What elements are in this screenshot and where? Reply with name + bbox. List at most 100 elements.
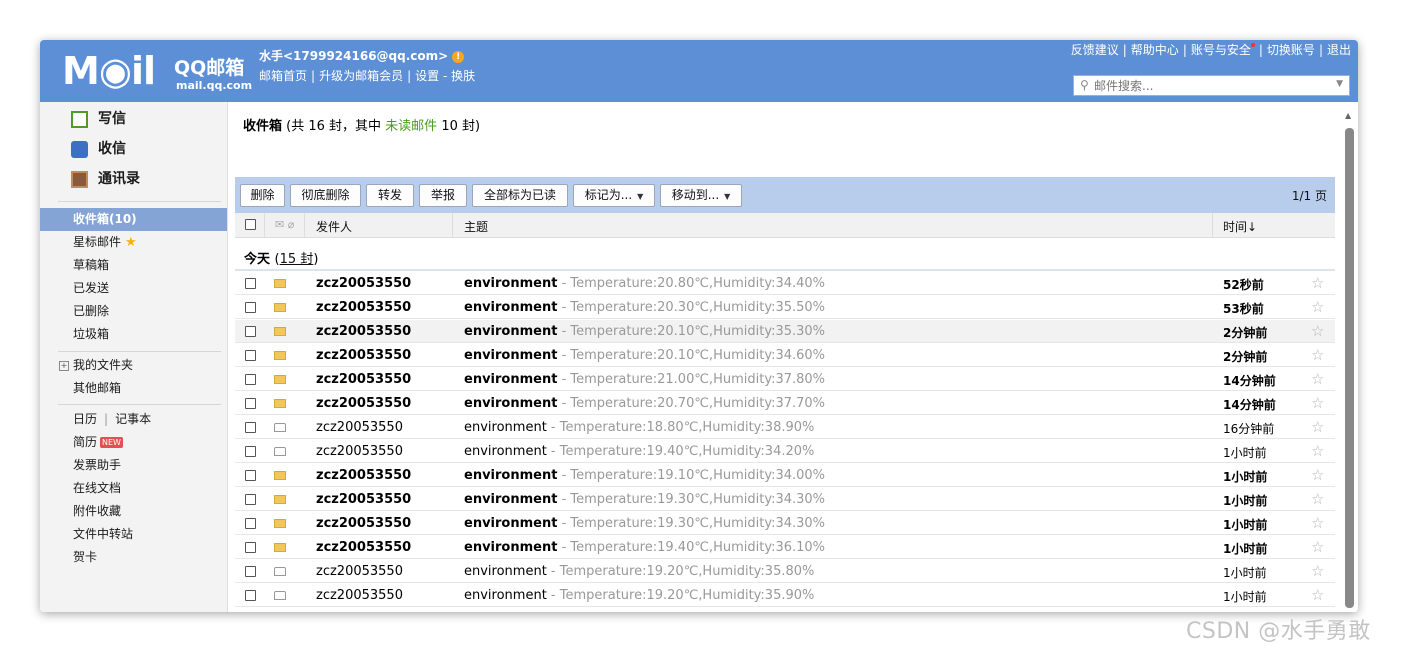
message-row[interactable]: zcz20053550environment - Temperature:18.… (235, 608, 1335, 612)
app-file-transfer[interactable]: 文件中转站 (40, 523, 227, 546)
user-account[interactable]: 水手<1799924166@qq.com> (259, 49, 448, 63)
message-row[interactable]: zcz20053550 environment - Temperature:20.… (235, 320, 1335, 343)
vertical-scrollbar[interactable]: ▲ (1340, 102, 1358, 612)
star-icon[interactable]: ☆ (1311, 538, 1324, 556)
scrollbar-thumb[interactable] (1345, 128, 1354, 608)
link-calendar[interactable]: 日历 (73, 412, 97, 426)
message-subject[interactable]: environment - Temperature:20.70℃,Humidit… (464, 396, 825, 411)
link-upgrade-vip[interactable]: 升级为邮箱会员 (319, 69, 403, 83)
column-sender[interactable]: 发件人 (316, 218, 352, 235)
message-subject[interactable]: environment - Temperature:19.10℃,Humidit… (464, 468, 825, 483)
message-subject[interactable]: environment - Temperature:19.20℃,Humidit… (464, 588, 814, 603)
message-row[interactable]: zcz20053550 environment - Temperature:19.… (235, 536, 1335, 559)
report-button[interactable]: 举报 (419, 184, 467, 207)
message-subject[interactable]: environment - Temperature:19.40℃,Humidit… (464, 540, 825, 555)
link-help[interactable]: 帮助中心 (1131, 43, 1179, 57)
message-sender[interactable]: zcz20053550 (316, 564, 403, 579)
star-icon[interactable]: ☆ (1311, 418, 1324, 436)
link-logout[interactable]: 退出 (1327, 43, 1351, 57)
app-attachments[interactable]: 附件收藏 (40, 500, 227, 523)
permanent-delete-button[interactable]: 彻底删除 (290, 184, 361, 207)
message-checkbox[interactable] (245, 446, 256, 457)
link-switch-account[interactable]: 切换账号 (1267, 43, 1315, 57)
link-feedback[interactable]: 反馈建议 (1071, 43, 1119, 57)
folder-inbox[interactable]: 收件箱(10) (40, 208, 227, 231)
message-checkbox[interactable] (245, 302, 256, 313)
mail-search[interactable]: ⚲ ▼ (1073, 75, 1350, 96)
message-subject[interactable]: environment - Temperature:19.30℃,Humidit… (464, 492, 825, 507)
message-sender[interactable]: zcz20053550 (316, 540, 411, 555)
app-online-docs[interactable]: 在线文档 (40, 477, 227, 500)
select-all-checkbox[interactable] (245, 219, 256, 230)
star-icon[interactable]: ☆ (1311, 346, 1324, 364)
folder-spam[interactable]: 垃圾箱 (40, 323, 227, 346)
link-account-security[interactable]: 账号与安全 (1191, 43, 1251, 57)
message-checkbox[interactable] (245, 374, 256, 385)
mark-as-dropdown[interactable]: 标记为... ▼ (573, 184, 655, 207)
message-checkbox[interactable] (245, 542, 256, 553)
message-checkbox[interactable] (245, 398, 256, 409)
expand-plus-icon[interactable]: + (59, 361, 69, 371)
message-sender[interactable]: zcz20053550 (316, 468, 411, 483)
mark-all-read-button[interactable]: 全部标为已读 (472, 184, 568, 207)
message-checkbox[interactable] (245, 518, 256, 529)
message-row[interactable]: zcz20053550 environment - Temperature:19.… (235, 560, 1335, 583)
other-mailboxes[interactable]: 其他邮箱 (40, 377, 227, 400)
contacts-button[interactable]: 通讯录 (71, 168, 140, 190)
message-row[interactable]: zcz20053550 environment - Temperature:19.… (235, 488, 1335, 511)
warning-icon[interactable]: ! (452, 50, 465, 63)
message-subject[interactable]: environment - Temperature:20.10℃,Humidit… (464, 348, 825, 363)
my-folders[interactable]: + 我的文件夹 (40, 354, 227, 377)
folder-deleted[interactable]: 已删除 (40, 300, 227, 323)
star-icon[interactable]: ☆ (1311, 298, 1324, 316)
star-icon[interactable]: ☆ (1311, 442, 1324, 460)
message-sender[interactable]: zcz20053550 (316, 372, 411, 387)
link-settings[interactable]: 设置 (415, 69, 439, 83)
message-checkbox[interactable] (245, 566, 256, 577)
message-sender[interactable]: zcz20053550 (316, 276, 411, 291)
folder-starred[interactable]: 星标邮件 ★ (40, 231, 227, 254)
move-to-dropdown[interactable]: 移动到... ▼ (660, 184, 742, 207)
message-row[interactable]: zcz20053550 environment - Temperature:20.… (235, 344, 1335, 367)
message-sender[interactable]: zcz20053550 (316, 516, 411, 531)
message-row[interactable]: zcz20053550 environment - Temperature:19.… (235, 440, 1335, 463)
folder-drafts[interactable]: 草稿箱 (40, 254, 227, 277)
star-icon[interactable]: ☆ (1311, 514, 1324, 532)
star-icon[interactable]: ☆ (1311, 394, 1324, 412)
message-checkbox[interactable] (245, 470, 256, 481)
link-notepad[interactable]: 记事本 (115, 412, 151, 426)
search-input[interactable] (1094, 78, 1324, 93)
message-subject[interactable]: environment - Temperature:20.80℃,Humidit… (464, 276, 825, 291)
message-sender[interactable]: zcz20053550 (316, 348, 411, 363)
link-mail-home[interactable]: 邮箱首页 (259, 69, 307, 83)
receive-button[interactable]: 收信 (71, 138, 126, 160)
message-subject[interactable]: environment - Temperature:19.40℃,Humidit… (464, 444, 814, 459)
message-subject[interactable]: environment - Temperature:20.10℃,Humidit… (464, 324, 825, 339)
message-checkbox[interactable] (245, 590, 256, 601)
star-icon[interactable]: ☆ (1311, 610, 1324, 612)
message-subject[interactable]: environment - Temperature:20.30℃,Humidit… (464, 300, 825, 315)
star-icon[interactable]: ☆ (1311, 274, 1324, 292)
star-icon[interactable]: ☆ (1311, 466, 1324, 484)
message-subject[interactable]: environment - Temperature:18.80℃,Humidit… (464, 420, 814, 435)
message-checkbox[interactable] (245, 422, 256, 433)
forward-button[interactable]: 转发 (366, 184, 414, 207)
star-icon[interactable]: ☆ (1311, 490, 1324, 508)
star-icon[interactable]: ☆ (1311, 586, 1324, 604)
message-checkbox[interactable] (245, 494, 256, 505)
star-icon[interactable]: ☆ (1311, 322, 1324, 340)
star-icon[interactable]: ☆ (1311, 370, 1324, 388)
message-checkbox[interactable] (245, 326, 256, 337)
message-sender[interactable]: zcz20053550 (316, 324, 411, 339)
delete-button[interactable]: 删除 (240, 184, 285, 207)
group-today-count[interactable]: 15 封 (280, 252, 314, 267)
qq-mail-logo[interactable]: M◉il QQ邮箱 mail.qq.com (62, 49, 252, 93)
message-sender[interactable]: zcz20053550 (316, 444, 403, 459)
link-change-skin[interactable]: 换肤 (451, 69, 475, 83)
compose-button[interactable]: 写信 (71, 108, 126, 130)
message-sender[interactable]: zcz20053550 (316, 300, 411, 315)
message-sender[interactable]: zcz20053550 (316, 492, 411, 507)
message-subject[interactable]: environment - Temperature:19.20℃,Humidit… (464, 564, 814, 579)
message-checkbox[interactable] (245, 350, 256, 361)
unread-mail-link[interactable]: 未读邮件 (385, 119, 437, 134)
